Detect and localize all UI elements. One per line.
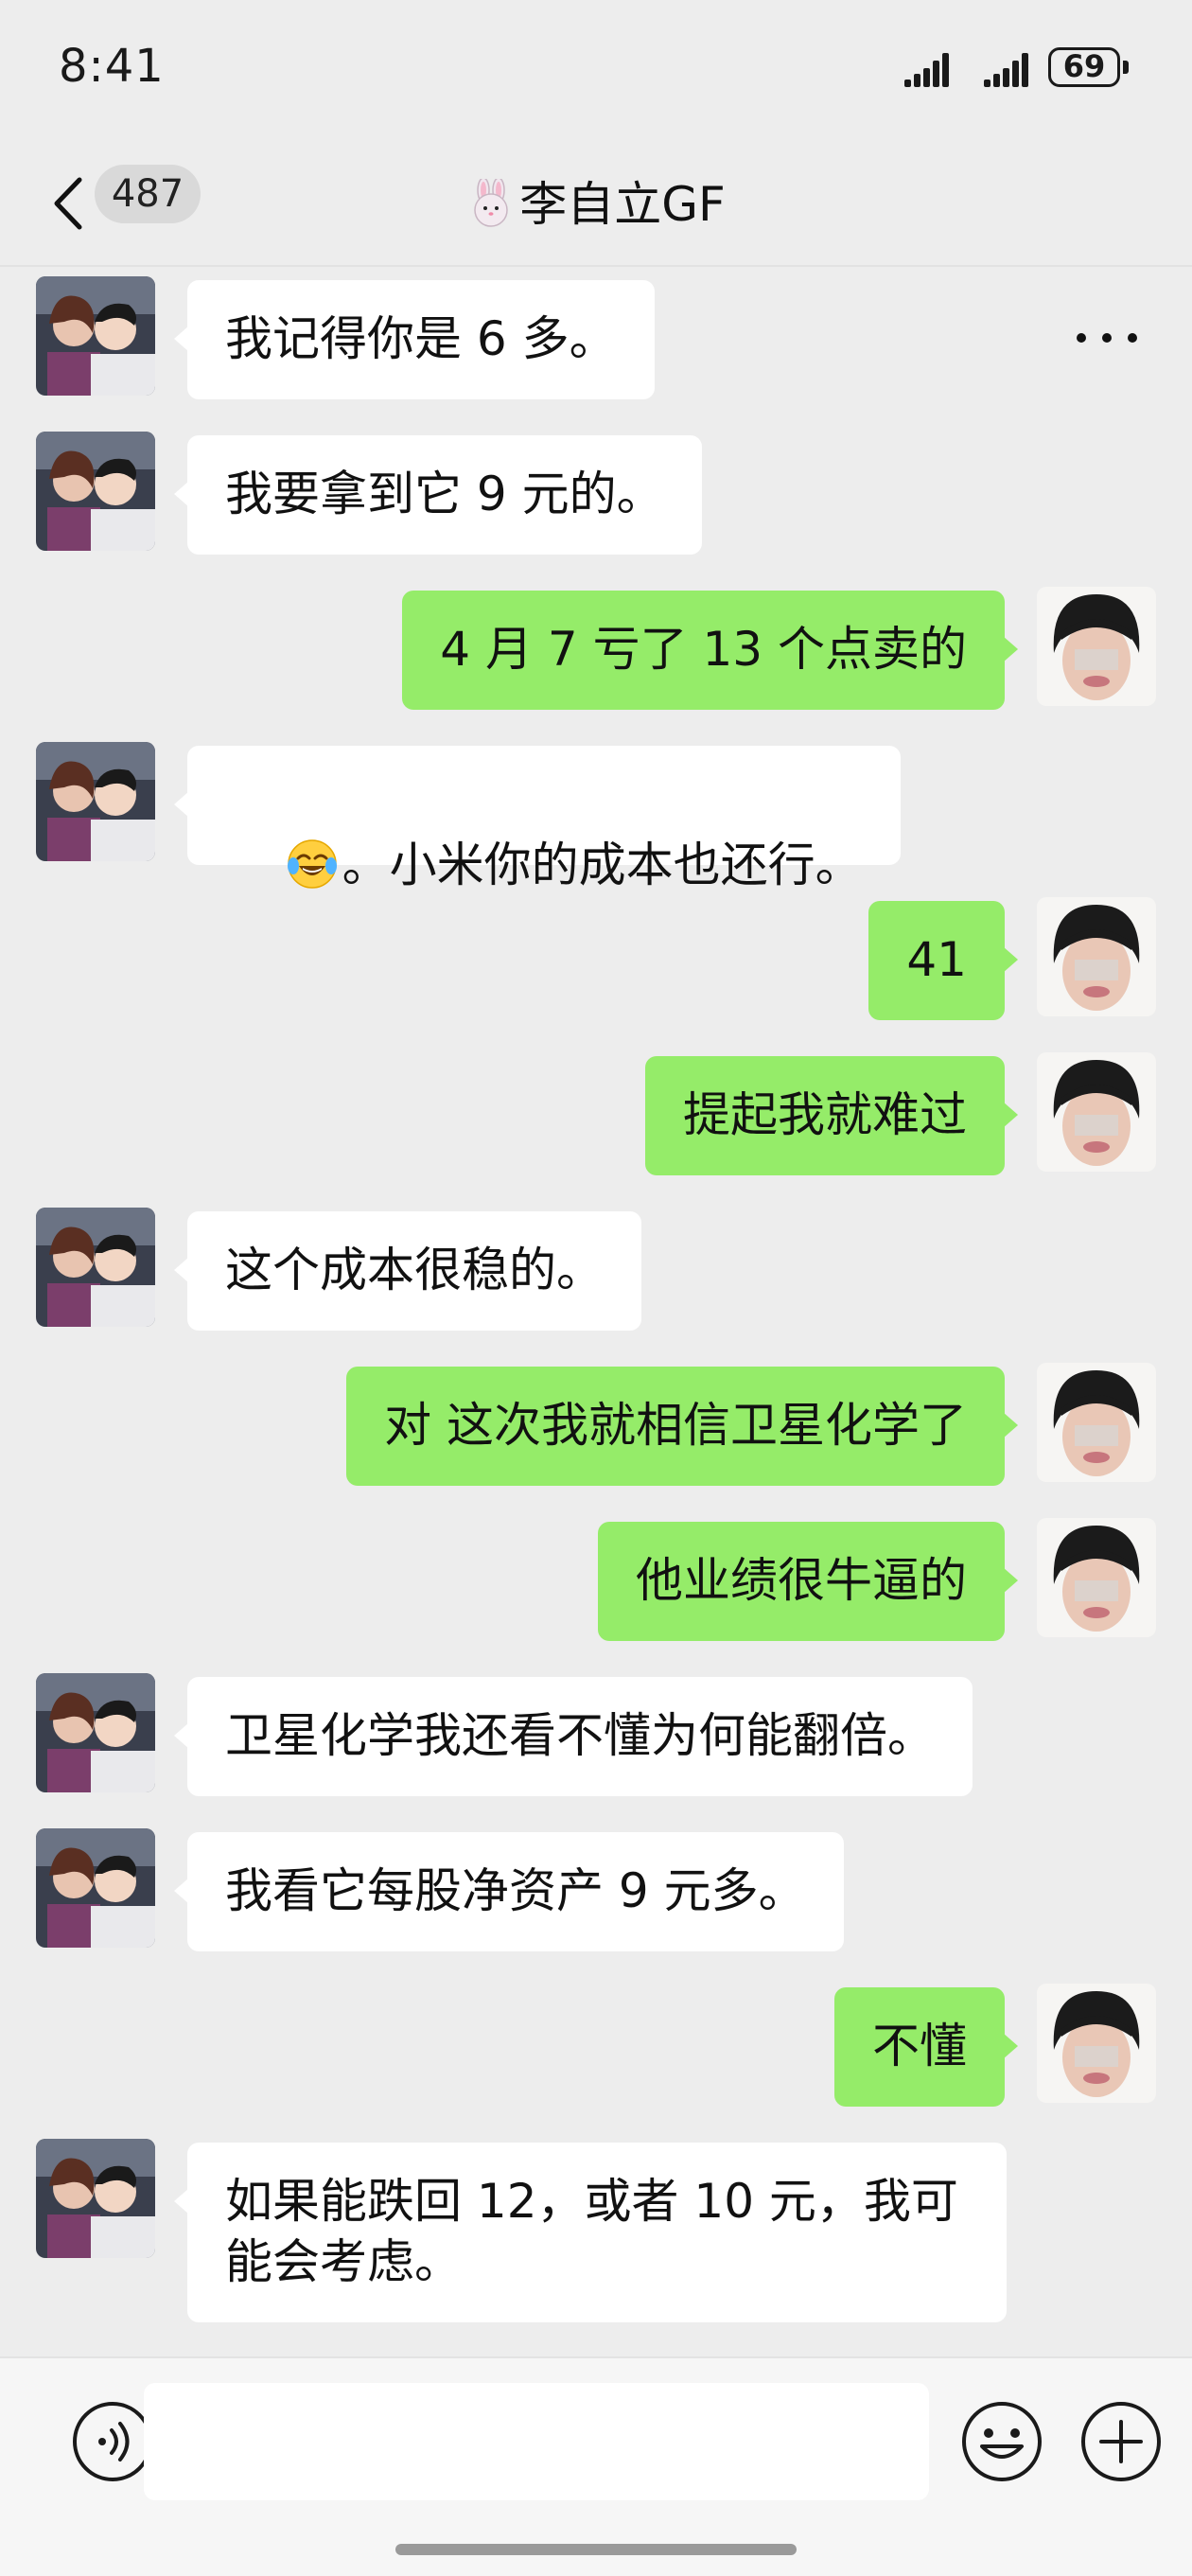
message-bubble-outgoing[interactable]: 他业绩很牛逼的 xyxy=(598,1522,1018,1641)
battery-icon: 69 xyxy=(1048,47,1129,87)
status-time: 8:41 xyxy=(59,40,165,93)
message-input[interactable] xyxy=(144,2383,929,2500)
message-bubble-incoming[interactable]: 这个成本很稳的。 xyxy=(174,1211,641,1331)
battery-level: 69 xyxy=(1062,48,1106,84)
message-bubble-outgoing[interactable]: 对 这次我就相信卫星化学了 xyxy=(346,1367,1018,1486)
my-avatar[interactable] xyxy=(1037,897,1156,1016)
message-bubble-outgoing[interactable]: 不懂 xyxy=(834,1987,1018,2107)
emoji-icon[interactable] xyxy=(959,2399,1044,2484)
message-bubble-incoming[interactable]: 卫星化学我还看不懂为何能翻倍。 xyxy=(174,1677,973,1796)
my-avatar[interactable] xyxy=(1037,587,1156,706)
message-list[interactable]: 我记得你是 6 多。 我要拿到它 9 元的。 4 月 7 亏了 13 个点卖的 … xyxy=(0,267,1192,2356)
chat-title: 李自立GF xyxy=(0,167,1192,235)
my-avatar[interactable] xyxy=(1037,1363,1156,1482)
home-indicator[interactable] xyxy=(395,2544,797,2555)
add-more-icon[interactable] xyxy=(1078,2399,1164,2484)
contact-avatar[interactable] xyxy=(36,276,155,396)
voice-input-icon[interactable] xyxy=(70,2399,155,2484)
message-bubble-incoming[interactable]: 我要拿到它 9 元的。 xyxy=(174,435,702,555)
message-bubble-incoming[interactable]: 如果能跌回 12，或者 10 元，我可 能会考虑。 xyxy=(174,2143,1007,2322)
rabbit-face-icon xyxy=(474,177,508,227)
status-bar: 8:41 69 xyxy=(0,0,1192,142)
tears-of-joy-emoji-icon xyxy=(287,839,337,889)
message-bubble-incoming[interactable]: 我看它每股净资产 9 元多。 xyxy=(174,1832,844,1951)
contact-avatar[interactable] xyxy=(36,1673,155,1792)
contact-avatar[interactable] xyxy=(36,2139,155,2258)
my-avatar[interactable] xyxy=(1037,1518,1156,1637)
my-avatar[interactable] xyxy=(1037,1984,1156,2103)
contact-avatar[interactable] xyxy=(36,1208,155,1327)
message-text: 。小米你的成本也还行。 xyxy=(342,838,863,892)
message-bubble-outgoing[interactable]: 4 月 7 亏了 13 个点卖的 xyxy=(402,591,1018,710)
chat-title-text: 李自立GF xyxy=(519,177,726,232)
message-bubble-incoming[interactable]: 我记得你是 6 多。 xyxy=(174,280,655,399)
contact-avatar[interactable] xyxy=(36,1828,155,1948)
message-bubble-outgoing[interactable]: 41 xyxy=(868,901,1018,1020)
my-avatar[interactable] xyxy=(1037,1052,1156,1172)
message-bubble-outgoing[interactable]: 提起我就难过 xyxy=(645,1056,1018,1175)
message-bubble-incoming[interactable]: 。小米你的成本也还行。 xyxy=(174,746,901,892)
contact-avatar[interactable] xyxy=(36,432,155,551)
contact-avatar[interactable] xyxy=(36,742,155,861)
